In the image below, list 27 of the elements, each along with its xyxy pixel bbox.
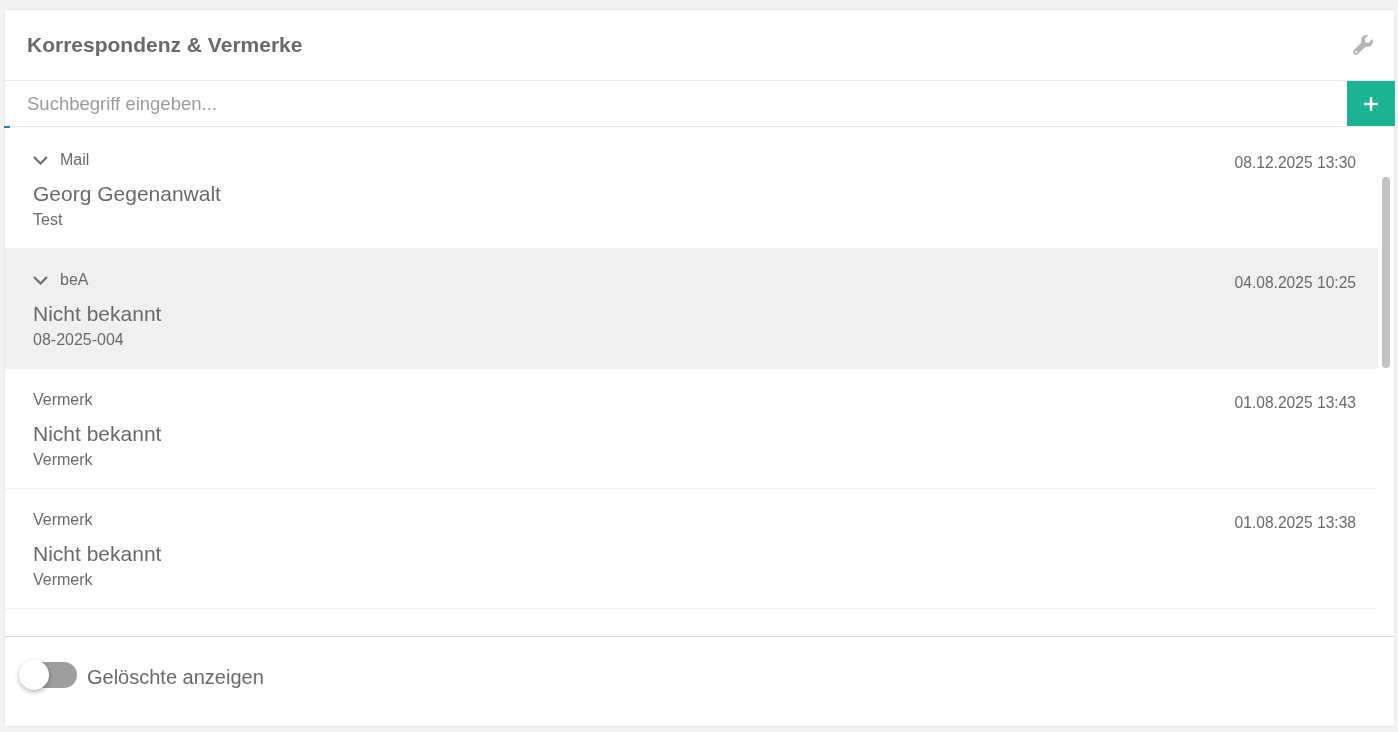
entry-type: Mail bbox=[60, 151, 90, 169]
entry-date: 01.08.2025 13:43 bbox=[1234, 394, 1356, 412]
toggle-switch[interactable] bbox=[19, 662, 77, 688]
chevron-down-icon[interactable] bbox=[33, 155, 48, 165]
toggle-label: Gelöschte anzeigen bbox=[87, 665, 264, 690]
entry-subject: Vermerk bbox=[33, 570, 93, 590]
list-item[interactable]: beA 04.08.2025 10:25 Nicht bekannt 08-2025-004 bbox=[5, 249, 1378, 369]
entry-name: Nicht bekannt bbox=[33, 301, 162, 327]
entry-date: 04.08.2025 10:25 bbox=[1234, 274, 1356, 292]
entry-subject: Vermerk bbox=[33, 450, 93, 470]
entry-type: Vermerk bbox=[33, 391, 93, 409]
scrollbar-thumb[interactable] bbox=[1382, 177, 1390, 368]
entry-type: beA bbox=[60, 271, 89, 289]
entry-name: Nicht bekannt bbox=[33, 541, 162, 567]
entry-name: Georg Gegenanwalt bbox=[33, 181, 221, 207]
entry-type: Vermerk bbox=[33, 511, 93, 529]
entry-subject: Test bbox=[33, 210, 63, 230]
add-button[interactable] bbox=[1347, 81, 1395, 126]
plus-icon bbox=[1363, 95, 1379, 112]
chevron-down-icon[interactable] bbox=[33, 275, 48, 285]
entry-subject: 08-2025-004 bbox=[33, 330, 124, 350]
wrench-icon[interactable] bbox=[1352, 34, 1374, 56]
entry-date: 01.08.2025 13:38 bbox=[1234, 514, 1356, 532]
panel-title: Korrespondenz & Vermerke bbox=[27, 32, 303, 58]
entry-date: 08.12.2025 13:30 bbox=[1234, 154, 1356, 172]
search-field[interactable]: Suchbegriff eingeben... bbox=[5, 81, 1347, 126]
entry-name: Nicht bekannt bbox=[33, 421, 162, 447]
